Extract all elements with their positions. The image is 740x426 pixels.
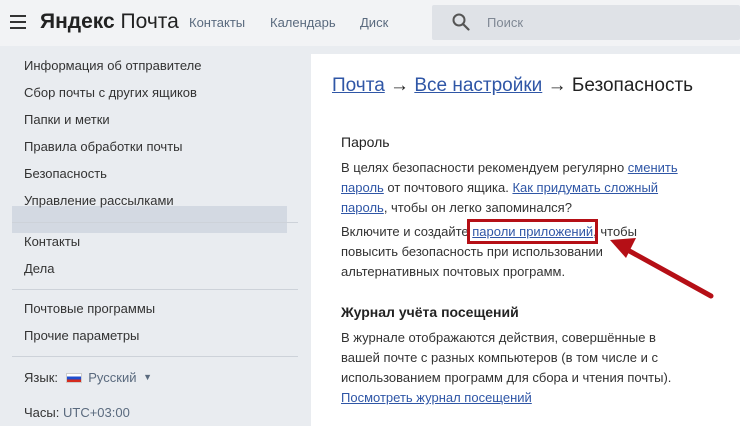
breadcrumb-mail-link[interactable]: Почта	[332, 75, 385, 96]
sidebar-item-mail-programs[interactable]: Почтовые программы	[24, 301, 155, 316]
password-text: от почтового ящика.	[383, 180, 513, 195]
app-passwords-text: Включите и создайте	[341, 224, 473, 239]
chevron-down-icon[interactable]: ▼	[143, 372, 152, 382]
logo[interactable]: Яндекс Почта	[40, 10, 179, 34]
timezone-label: Часы:	[24, 405, 60, 420]
sidebar-item-sender-info[interactable]: Информация об отправителе	[24, 58, 201, 73]
sidebar-item-todo[interactable]: Дела	[24, 261, 54, 276]
view-journal-link[interactable]: Посмотреть журнал посещений	[341, 390, 532, 405]
language-label: Язык:	[24, 370, 58, 385]
nav-contacts[interactable]: Контакты	[189, 15, 245, 30]
password-text: В целях безопасности рекомендуем регуляр…	[341, 160, 628, 175]
search-icon	[452, 13, 470, 31]
sidebar-divider	[12, 222, 298, 223]
sidebar-item-folders[interactable]: Папки и метки	[24, 112, 110, 127]
menu-icon[interactable]	[10, 15, 26, 29]
active-item-background	[12, 206, 287, 233]
password-text: , чтобы он легко запоминался?	[383, 200, 572, 215]
sidebar-item-contacts[interactable]: Контакты	[24, 234, 80, 249]
sidebar-item-rules[interactable]: Правила обработки почты	[24, 139, 183, 154]
breadcrumb-separator: →	[547, 75, 567, 96]
breadcrumb: Почта → Все настройки → Безопасность	[332, 75, 693, 97]
journal-text: В журнале отображаются действия, совершё…	[341, 330, 672, 385]
logo-brand: Яндекс	[40, 10, 115, 33]
russia-flag-icon	[65, 373, 82, 383]
password-section-title: Пароль	[341, 134, 390, 150]
settings-content: Почта → Все настройки → Безопасность Пар…	[311, 54, 740, 426]
language-setting: Язык: Русский ▼	[24, 370, 152, 385]
journal-description: В журнале отображаются действия, совершё…	[341, 328, 681, 408]
page-title: Безопасность	[571, 75, 694, 96]
sidebar-item-mail-collector[interactable]: Сбор почты с других ящиков	[24, 85, 197, 100]
sidebar-item-subscriptions[interactable]: Управление рассылками	[24, 193, 174, 208]
app-passwords-link[interactable]: пароли приложений	[467, 219, 599, 244]
journal-section-title: Журнал учёта посещений	[341, 304, 519, 320]
sidebar-item-security[interactable]: Безопасность	[24, 166, 107, 181]
nav-disk[interactable]: Диск	[360, 15, 388, 30]
search-placeholder: Поиск	[487, 15, 524, 30]
breadcrumb-all-settings-link[interactable]: Все настройки	[414, 75, 542, 96]
timezone-selector[interactable]: UTC+03:00	[63, 405, 130, 420]
breadcrumb-separator: →	[390, 75, 410, 96]
app-passwords-description: Включите и создайте пароли приложений, ч…	[341, 219, 671, 282]
language-selector[interactable]: Русский	[88, 370, 136, 385]
logo-product: Почта	[120, 10, 179, 33]
settings-sidebar: Информация об отправителе Сбор почты с д…	[0, 46, 300, 426]
sidebar-divider	[12, 356, 298, 357]
nav-calendar[interactable]: Календарь	[270, 15, 336, 30]
password-description: В целях безопасности рекомендуем регуляр…	[341, 158, 681, 218]
header: Яндекс Почта Контакты Календарь Диск Пои…	[0, 0, 740, 46]
sidebar-divider	[12, 289, 298, 290]
search-input[interactable]: Поиск	[432, 5, 740, 40]
sidebar-item-other-params[interactable]: Прочие параметры	[24, 328, 139, 343]
timezone-setting: Часы: UTC+03:00	[24, 405, 130, 420]
